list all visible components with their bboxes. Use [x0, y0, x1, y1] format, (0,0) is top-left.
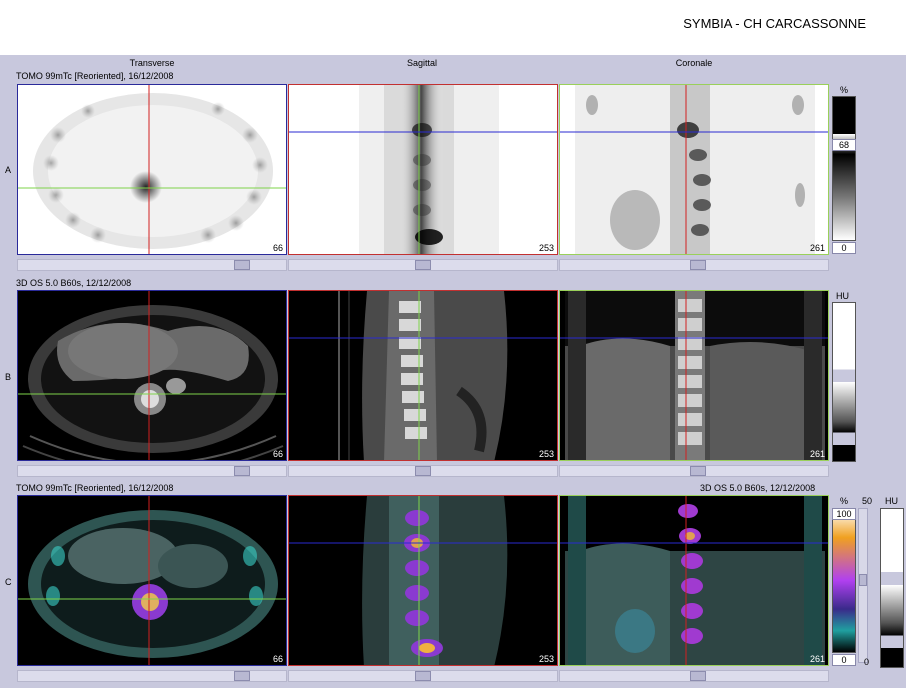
fusion-sagittal-view[interactable]: 253 [288, 495, 558, 666]
slider-thumb[interactable] [234, 671, 250, 681]
ct-transverse-view[interactable]: 66 [17, 290, 287, 461]
spect-coronal-view[interactable]: 261 [559, 84, 829, 255]
spect-transverse-image [18, 85, 286, 254]
slider-c-coronal[interactable] [559, 670, 829, 682]
colorbar-c-unit: % [840, 496, 849, 506]
slice-number: 253 [538, 654, 554, 664]
row-a-info: TOMO 99mTc [Reoriented], 16/12/2008 [16, 71, 174, 81]
blend-thumb[interactable] [859, 574, 867, 586]
colorbar-a-unit: % [840, 85, 849, 95]
fusion-transverse-view[interactable]: 66 [17, 495, 287, 666]
slice-number: 66 [272, 654, 283, 664]
colorbar-c-unit2: HU [885, 496, 898, 506]
slice-number: 66 [272, 243, 283, 253]
colorbar-c-ct[interactable] [880, 508, 904, 668]
ct-coronal-view[interactable]: 261 [559, 290, 829, 461]
column-label-coronal: Coronale [675, 58, 713, 68]
blend-slider[interactable] [858, 508, 868, 663]
slice-number: 253 [538, 449, 554, 459]
row-a-letter: A [5, 165, 12, 175]
slider-c-sagittal[interactable] [288, 670, 558, 682]
row-c-info-left: TOMO 99mTc [Reoriented], 16/12/2008 [16, 483, 174, 493]
fusion-coronal-image [560, 496, 828, 665]
slider-thumb[interactable] [234, 466, 250, 476]
row-c-letter: C [5, 577, 12, 587]
colorbar-c-spect[interactable] [832, 508, 856, 653]
colorbar-c-min[interactable]: 0 [832, 654, 856, 666]
colorbar-a[interactable] [832, 96, 856, 241]
fusion-coronal-view[interactable]: 261 [559, 495, 829, 666]
slice-number: 261 [809, 654, 825, 664]
blend-min: 0 [864, 657, 870, 667]
header-bar: SYMBIA - CH CARCASSONNE [0, 0, 906, 55]
slider-thumb[interactable] [415, 466, 431, 476]
colorbar-a-max[interactable]: 68 [832, 139, 856, 151]
spect-sagittal-view[interactable]: 253 [288, 84, 558, 255]
slider-thumb[interactable] [690, 260, 706, 270]
slider-thumb[interactable] [415, 671, 431, 681]
slice-number: 261 [809, 243, 825, 253]
column-label-sagittal: Sagittal [406, 58, 438, 68]
slider-a-coronal[interactable] [559, 259, 829, 271]
slice-number: 261 [809, 449, 825, 459]
slider-b-transverse[interactable] [17, 465, 287, 477]
column-label-transverse: Transverse [129, 58, 175, 68]
colorbar-b-unit: HU [836, 291, 849, 301]
colorbar-c-max[interactable]: 100 [832, 508, 856, 520]
slider-a-sagittal[interactable] [288, 259, 558, 271]
ct-sagittal-image [289, 291, 557, 460]
fusion-sagittal-image [289, 496, 557, 665]
spect-sagittal-image [289, 85, 557, 254]
ct-sagittal-view[interactable]: 253 [288, 290, 558, 461]
slider-b-sagittal[interactable] [288, 465, 558, 477]
slider-c-transverse[interactable] [17, 670, 287, 682]
slider-thumb[interactable] [415, 260, 431, 270]
slice-number: 253 [538, 243, 554, 253]
spect-coronal-image [560, 85, 828, 254]
slider-b-coronal[interactable] [559, 465, 829, 477]
slider-thumb[interactable] [234, 260, 250, 270]
spect-transverse-view[interactable]: 66 [17, 84, 287, 255]
row-b-info: 3D OS 5.0 B60s, 12/12/2008 [16, 278, 132, 288]
colorbar-a-min[interactable]: 0 [832, 242, 856, 254]
colorbar-c-mid: 50 [862, 496, 873, 506]
fusion-transverse-image [18, 496, 286, 665]
colorbar-b[interactable] [832, 302, 856, 462]
ct-transverse-image [18, 291, 286, 460]
slice-number: 66 [272, 449, 283, 459]
slider-thumb[interactable] [690, 671, 706, 681]
row-b-letter: B [5, 372, 12, 382]
site-title: SYMBIA - CH CARCASSONNE [683, 16, 866, 31]
row-c-info-right: 3D OS 5.0 B60s, 12/12/2008 [700, 483, 816, 493]
slider-thumb[interactable] [690, 466, 706, 476]
slider-a-transverse[interactable] [17, 259, 287, 271]
ct-coronal-image [560, 291, 828, 460]
